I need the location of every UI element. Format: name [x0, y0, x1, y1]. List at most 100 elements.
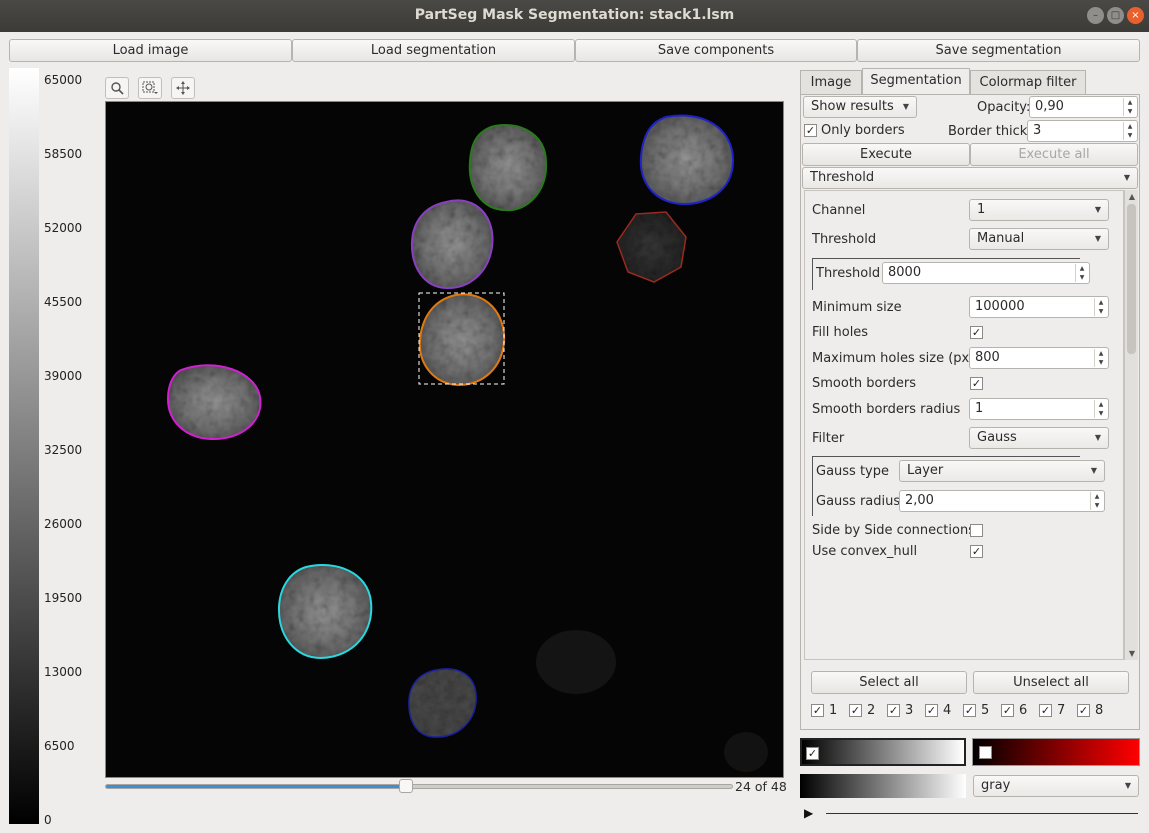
component-label: 7 — [1057, 703, 1066, 718]
gauss-radius-value: 2,00 — [905, 493, 934, 508]
side-by-side-label: Side by Side connections — [812, 523, 975, 538]
colormap-select[interactable]: gray ▼ — [973, 775, 1139, 797]
check-icon: ✓ — [964, 704, 975, 717]
spin-arrows-icon[interactable]: ▲ ▼ — [1094, 298, 1107, 316]
spin-arrows-icon[interactable]: ▲ ▼ — [1090, 492, 1103, 510]
zoom-region-icon[interactable] — [138, 77, 162, 99]
play-icon[interactable]: ▶ — [804, 806, 813, 820]
component-checkbox-3[interactable]: ✓ — [887, 704, 900, 717]
component-checkbox-1[interactable]: ✓ — [811, 704, 824, 717]
stack-slider[interactable] — [105, 779, 733, 793]
algorithm-select[interactable]: Threshold ▼ — [802, 167, 1138, 189]
playback-track[interactable] — [826, 813, 1138, 814]
channel-select[interactable]: 1 ▼ — [969, 199, 1109, 221]
maximize-icon[interactable]: □ — [1107, 7, 1124, 24]
tab-segmentation[interactable]: Segmentation — [862, 68, 970, 96]
close-icon[interactable]: × — [1127, 7, 1144, 24]
check-icon: ✓ — [971, 377, 982, 390]
threshold-type-select[interactable]: Manual ▼ — [969, 228, 1109, 250]
spin-arrows-icon[interactable]: ▲ ▼ — [1094, 349, 1107, 367]
execute-all-button[interactable]: Execute all — [970, 143, 1138, 166]
max-holes-label: Maximum holes size (px) — [812, 351, 975, 366]
component-checkbox-4[interactable]: ✓ — [925, 704, 938, 717]
check-icon: ✓ — [971, 326, 982, 339]
max-holes-field[interactable]: 800 ▲ ▼ — [969, 347, 1109, 369]
only-borders-checkbox[interactable]: ✓ — [804, 124, 817, 137]
scroll-down-icon[interactable]: ▼ — [1125, 649, 1139, 658]
spin-arrows-icon[interactable]: ▲ ▼ — [1094, 400, 1107, 418]
load-image-button[interactable]: Load image — [9, 39, 292, 62]
save-segmentation-button[interactable]: Save segmentation — [857, 39, 1140, 62]
chevron-down-icon: ▼ — [1123, 173, 1130, 182]
chevron-down-icon: ▼ — [1124, 781, 1131, 790]
smooth-radius-field[interactable]: 1 ▲ ▼ — [969, 398, 1109, 420]
zoom-icon[interactable] — [105, 77, 129, 99]
check-icon: ✓ — [812, 704, 823, 717]
scroll-up-icon[interactable]: ▲ — [1125, 192, 1139, 201]
convex-hull-label: Use convex_hull — [812, 544, 918, 559]
check-icon: ✓ — [971, 545, 982, 558]
max-holes-value: 800 — [975, 350, 1000, 365]
side-by-side-checkbox[interactable] — [970, 524, 983, 537]
gauss-type-select[interactable]: Layer ▼ — [899, 460, 1105, 482]
tab-image[interactable]: Image — [800, 70, 862, 95]
show-results-select[interactable]: Show results ▼ — [803, 96, 917, 118]
opacity-field[interactable]: 0,90 ▲ ▼ — [1029, 96, 1138, 118]
filter-select[interactable]: Gauss ▼ — [969, 427, 1109, 449]
execute-button[interactable]: Execute — [802, 143, 970, 166]
nucleus-8 — [408, 668, 477, 738]
component-checkbox-6[interactable]: ✓ — [1001, 704, 1014, 717]
stack-slider-handle[interactable] — [399, 779, 414, 793]
red-colormap-swatch[interactable] — [972, 738, 1140, 766]
component-label: 4 — [943, 703, 952, 718]
component-checkbox-5[interactable]: ✓ — [963, 704, 976, 717]
move-icon[interactable] — [171, 77, 195, 99]
border-thick-label: Border thick: — [948, 124, 1032, 139]
smooth-borders-checkbox[interactable]: ✓ — [970, 377, 983, 390]
filter-value: Gauss — [977, 430, 1017, 445]
load-segmentation-button[interactable]: Load segmentation — [292, 39, 575, 62]
intensity-colorbar — [9, 68, 39, 824]
select-all-button[interactable]: Select all — [811, 671, 967, 694]
threshold-type-value: Manual — [977, 231, 1025, 246]
gauss-radius-field[interactable]: 2,00 ▲ ▼ — [899, 490, 1105, 512]
component-checkbox-2[interactable]: ✓ — [849, 704, 862, 717]
min-size-value: 100000 — [975, 299, 1025, 314]
check-icon: ✓ — [807, 747, 818, 760]
colorbar-label: 58500 — [44, 147, 83, 161]
component-checkbox-7[interactable]: ✓ — [1039, 704, 1052, 717]
minimize-icon[interactable]: – — [1087, 7, 1104, 24]
nucleus-4 — [616, 211, 687, 283]
gray-colormap-swatch[interactable]: ✓ — [800, 738, 966, 766]
tab-colormap-filter[interactable]: Colormap filter — [970, 70, 1086, 95]
save-components-button[interactable]: Save components — [575, 39, 857, 62]
spin-arrows-icon[interactable]: ▲ ▼ — [1123, 98, 1136, 116]
chevron-down-icon: ▼ — [1094, 433, 1101, 442]
colormap-checkbox[interactable] — [979, 746, 992, 759]
convex-hull-checkbox[interactable]: ✓ — [970, 545, 983, 558]
background-cell — [724, 732, 768, 772]
frame-label: 24 of 48 — [735, 779, 787, 794]
scrollbar-thumb[interactable] — [1127, 204, 1136, 354]
background-cell — [536, 630, 616, 694]
colormap-checkbox[interactable]: ✓ — [806, 747, 819, 760]
channel-label: Channel — [812, 203, 866, 218]
smooth-radius-label: Smooth borders radius — [812, 402, 961, 417]
spin-arrows-icon[interactable]: ▲ ▼ — [1123, 122, 1136, 140]
algorithm-value: Threshold — [810, 170, 875, 185]
fill-holes-checkbox[interactable]: ✓ — [970, 326, 983, 339]
spin-arrows-icon[interactable]: ▲ ▼ — [1075, 264, 1088, 282]
chevron-down-icon: ▼ — [902, 102, 909, 111]
min-size-field[interactable]: 100000 ▲ ▼ — [969, 296, 1109, 318]
colorbar-label: 39000 — [44, 369, 83, 383]
gauss-type-label: Gauss type — [816, 464, 889, 479]
unselect-all-button[interactable]: Unselect all — [973, 671, 1129, 694]
nucleus-1 — [468, 124, 548, 212]
chevron-down-icon: ▼ — [1094, 234, 1101, 243]
image-canvas[interactable] — [105, 101, 784, 778]
border-thick-field[interactable]: 3 ▲ ▼ — [1027, 120, 1138, 142]
threshold-field[interactable]: 8000 ▲ ▼ — [882, 262, 1090, 284]
parameters-scrollbar[interactable]: ▲ ▼ — [1124, 190, 1138, 660]
threshold-value: 8000 — [888, 265, 922, 280]
component-checkbox-8[interactable]: ✓ — [1077, 704, 1090, 717]
